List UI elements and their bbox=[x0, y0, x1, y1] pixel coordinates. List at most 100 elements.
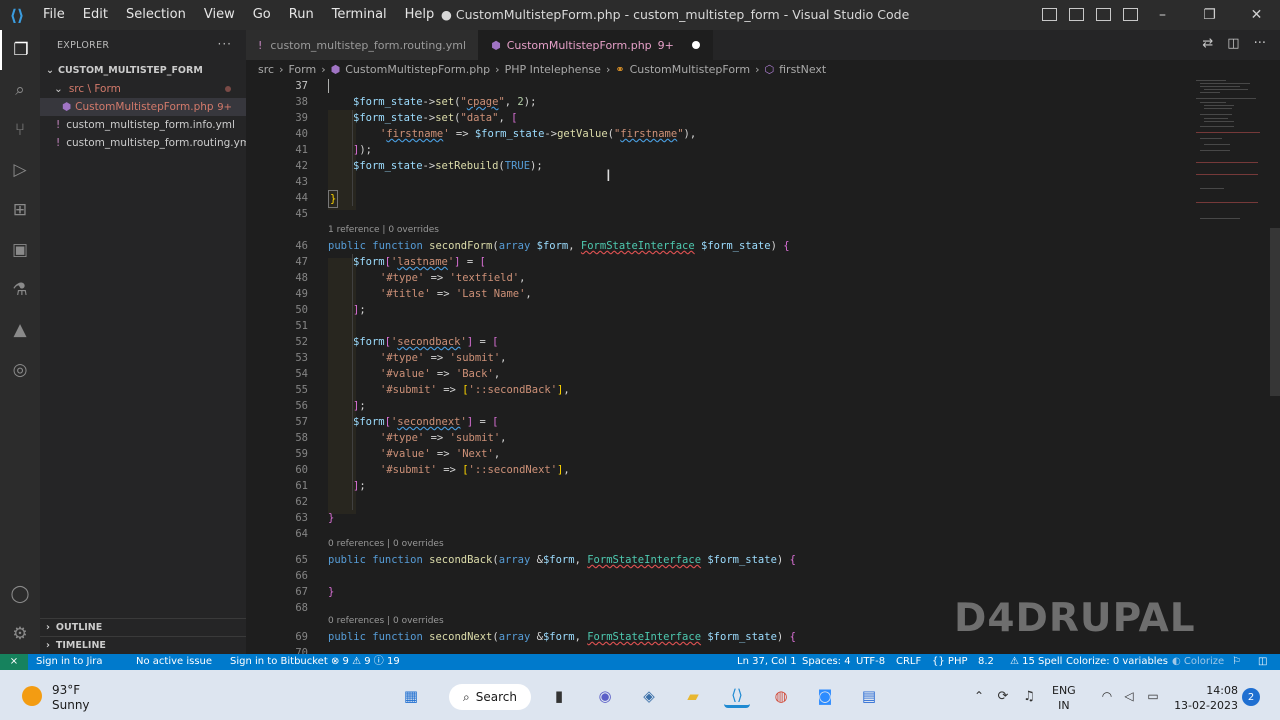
problems-status[interactable]: ⊗ 9 ⚠ 9 ⓘ 19 bbox=[331, 654, 400, 670]
code-line: 46 public function secondForm(array $form… bbox=[295, 240, 790, 252]
code-line: 52 $form['secondback'] = [ bbox=[295, 336, 499, 348]
atlassian-icon[interactable]: ▲ bbox=[0, 310, 40, 350]
virtualbox-icon[interactable]: ◈ bbox=[636, 684, 662, 708]
eol-status[interactable]: CRLF bbox=[896, 654, 921, 670]
tab-custommultistepform-php[interactable]: ⬢ CustomMultistepForm.php 9+ bbox=[479, 30, 713, 60]
layout-controls bbox=[1042, 8, 1138, 21]
gitlens-icon[interactable]: ◎ bbox=[0, 350, 40, 390]
tree-item-info-yml[interactable]: ! custom_multistep_form.info.yml bbox=[40, 116, 246, 134]
more-actions-icon[interactable]: ··· bbox=[1254, 36, 1266, 51]
code-editor[interactable]: 37 38 $form_state->set("cpage", 2); 39 $fo… bbox=[246, 78, 1280, 654]
remote-explorer-icon[interactable]: ▣ bbox=[0, 230, 40, 270]
zoom-icon[interactable]: ◙ bbox=[812, 684, 838, 708]
menu-terminal[interactable]: Terminal bbox=[323, 0, 396, 30]
language-mode[interactable]: {} PHP bbox=[932, 654, 968, 670]
notifications-bell-icon[interactable]: ◫ bbox=[1258, 654, 1267, 670]
testing-icon[interactable]: ⚗ bbox=[0, 270, 40, 310]
search-icon[interactable]: ⌕ bbox=[0, 70, 40, 110]
clock[interactable]: 14:08 13-02-2023 bbox=[1174, 683, 1238, 713]
toggle-secondary-sidebar-icon[interactable] bbox=[1096, 8, 1111, 21]
toggle-panel-icon[interactable] bbox=[1069, 8, 1084, 21]
breadcrumb-item[interactable]: Form bbox=[288, 63, 316, 76]
code-line: 65 public function secondBack(array &$for… bbox=[295, 554, 796, 566]
menu-run[interactable]: Run bbox=[280, 0, 323, 30]
menu-file[interactable]: File bbox=[34, 0, 74, 30]
codelens-references[interactable]: 1 reference | 0 overrides bbox=[328, 222, 439, 238]
status-bar: ⨯ Sign in to Jira No active issue Sign i… bbox=[0, 654, 1280, 670]
notification-count-badge[interactable]: 2 bbox=[1242, 688, 1260, 706]
breadcrumb-item[interactable]: CustomMultistepForm.php bbox=[345, 63, 490, 76]
notepad-icon[interactable]: ▤ bbox=[856, 684, 882, 708]
tree-item-src-form[interactable]: ⌄ src \ Form bbox=[40, 80, 246, 98]
sun-weather-icon[interactable] bbox=[22, 686, 42, 706]
menu-go[interactable]: Go bbox=[244, 0, 280, 30]
close-button[interactable]: ✕ bbox=[1233, 0, 1280, 30]
breadcrumb-item[interactable]: firstNext bbox=[779, 63, 826, 76]
colorize-variables-status[interactable]: Colorize: 0 variables bbox=[1066, 654, 1168, 670]
sync-icon[interactable]: ⟳ bbox=[990, 684, 1016, 708]
timeline-section[interactable]: › TIMELINE bbox=[40, 636, 246, 654]
vscode-taskbar-icon[interactable]: ⟨⟩ bbox=[724, 684, 750, 708]
explorer-more-button[interactable]: ··· bbox=[218, 37, 232, 51]
code-line: 63} bbox=[295, 512, 335, 524]
source-control-icon[interactable]: ⑂ bbox=[0, 110, 40, 150]
windows-start-icon[interactable]: ▦ bbox=[398, 684, 424, 708]
run-debug-icon[interactable]: ▷ bbox=[0, 150, 40, 190]
chevron-up-icon[interactable]: ⌃ bbox=[966, 684, 992, 708]
region-code: IN bbox=[1058, 699, 1070, 712]
feedback-icon[interactable]: ⚐ bbox=[1232, 654, 1241, 670]
cursor-position[interactable]: Ln 37, Col 1 bbox=[737, 654, 797, 670]
teams-chat-icon[interactable]: ◉ bbox=[592, 684, 618, 708]
breadcrumb-item[interactable]: CustomMultistepForm bbox=[630, 63, 751, 76]
breadcrumb-separator: › bbox=[495, 62, 500, 76]
breadcrumb-separator: › bbox=[321, 62, 326, 76]
extensions-icon[interactable]: ⊞ bbox=[0, 190, 40, 230]
menu-help[interactable]: Help bbox=[396, 0, 444, 30]
input-language[interactable]: ENG IN bbox=[1052, 683, 1076, 713]
tab-routing-yml[interactable]: ! custom_multistep_form.routing.yml bbox=[246, 30, 480, 60]
menu-selection[interactable]: Selection bbox=[117, 0, 195, 30]
account-icon[interactable]: ◯ bbox=[0, 574, 40, 614]
volume-icon[interactable]: ◁ bbox=[1116, 684, 1142, 708]
manage-gear-icon[interactable]: ⚙ bbox=[0, 614, 40, 654]
spell-check-icon: ⚠ bbox=[1010, 656, 1019, 667]
battery-icon[interactable]: ▭ bbox=[1140, 684, 1166, 708]
restore-button[interactable]: ❐ bbox=[1186, 0, 1233, 30]
codelens-references[interactable]: 0 references | 0 overrides bbox=[328, 613, 444, 629]
bitbucket-signin-button[interactable]: Sign in to Bitbucket bbox=[230, 654, 328, 670]
tree-item-routing-yml[interactable]: ! custom_multistep_form.routing.yml bbox=[40, 134, 253, 152]
explorer-icon[interactable]: ❐ bbox=[0, 30, 40, 70]
php-version-status[interactable]: 8.2 bbox=[978, 654, 994, 670]
outline-section[interactable]: › OUTLINE bbox=[40, 618, 246, 636]
compare-icon[interactable]: ⇄ bbox=[1202, 36, 1213, 51]
encoding-status[interactable]: UTF-8 bbox=[856, 654, 885, 670]
menu-view[interactable]: View bbox=[195, 0, 244, 30]
indentation-status[interactable]: Spaces: 4 bbox=[802, 654, 851, 670]
vertical-scrollbar[interactable] bbox=[1270, 228, 1280, 396]
task-view-icon[interactable]: ▮ bbox=[546, 684, 572, 708]
active-issue-status[interactable]: No active issue bbox=[136, 654, 212, 670]
menu-edit[interactable]: Edit bbox=[74, 0, 117, 30]
codelens-references[interactable]: 0 references | 0 overrides bbox=[328, 536, 444, 552]
spell-check-status[interactable]: ⚠ 15 Spell bbox=[1010, 654, 1062, 670]
breadcrumb-item[interactable]: src bbox=[258, 63, 274, 76]
breadcrumb-item[interactable]: PHP Intelephense bbox=[505, 63, 601, 76]
file-explorer-icon[interactable]: ▰ bbox=[680, 684, 706, 708]
minimap[interactable] bbox=[1192, 78, 1268, 228]
taskbar-search[interactable]: ⌕ Search bbox=[449, 684, 531, 710]
split-editor-icon[interactable]: ◫ bbox=[1227, 36, 1239, 51]
microphone-icon[interactable]: ♫ bbox=[1016, 684, 1042, 708]
chrome-icon[interactable]: ◍ bbox=[768, 684, 794, 708]
weather-widget[interactable]: 93°F Sunny bbox=[52, 683, 90, 713]
customize-layout-icon[interactable] bbox=[1123, 8, 1138, 21]
jira-signin-button[interactable]: Sign in to Jira bbox=[36, 654, 102, 670]
colorize-toggle[interactable]: ◐ Colorize bbox=[1172, 654, 1224, 670]
remote-indicator[interactable]: ⨯ bbox=[0, 654, 28, 670]
toggle-sidebar-icon[interactable] bbox=[1042, 8, 1057, 21]
tree-item-label: CustomMultistepForm.php bbox=[75, 101, 214, 113]
code-line: 56]; bbox=[295, 400, 366, 412]
minimize-button[interactable]: – bbox=[1139, 0, 1186, 30]
workspace-root-folder[interactable]: ⌄ CUSTOM_MULTISTEP_FORM bbox=[40, 60, 246, 80]
unsaved-dot-icon[interactable] bbox=[691, 41, 700, 49]
tree-item-custommultistepform-php[interactable]: ⬢ CustomMultistepForm.php 9+ bbox=[40, 98, 246, 116]
